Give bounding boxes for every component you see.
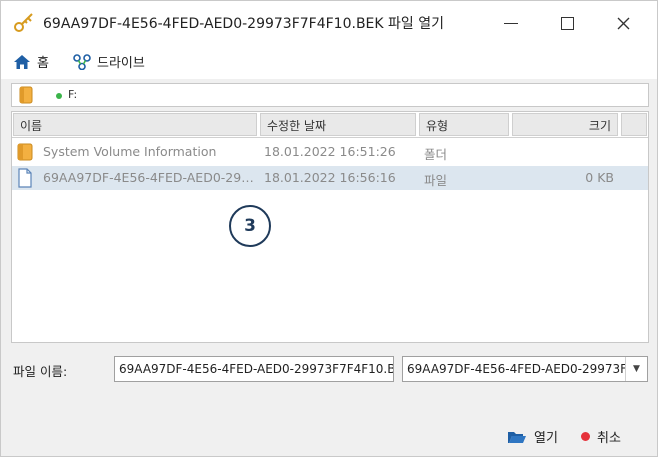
folder-icon (17, 143, 33, 161)
list-item-selected[interactable]: 69AA97DF-4E56-4FED-AED0-29973F7F4F10.BEK… (12, 166, 648, 190)
column-header-filler (621, 113, 647, 136)
minimize-icon (504, 22, 518, 24)
open-label: 열기 (534, 431, 558, 446)
close-icon (617, 17, 629, 29)
minimize-button[interactable] (489, 7, 533, 39)
drives-button[interactable]: 드라이브 (73, 52, 145, 71)
item-type: 폴더 (424, 147, 448, 162)
column-header-type[interactable]: 유형 (419, 113, 509, 136)
item-name: System Volume Information (43, 144, 217, 159)
item-name: 69AA97DF-4E56-4FED-AED0-29973F7F4F10.BEK (43, 170, 259, 185)
column-header-date[interactable]: 수정한 날짜 (260, 113, 416, 136)
home-icon (14, 54, 30, 69)
network-drives-icon (73, 53, 91, 70)
list-header: 이름 수정한 날짜 유형 크기 (12, 112, 648, 138)
filename-input[interactable]: 69AA97DF-4E56-4FED-AED0-29973F7F4F10.BEK (114, 356, 394, 382)
maximize-button[interactable] (545, 7, 589, 39)
path-bar[interactable]: F: (11, 83, 649, 107)
window-title: 69AA97DF-4E56-4FED-AED0-29973F7F4F10.BEK… (43, 16, 444, 32)
cancel-button[interactable]: 취소 (581, 427, 621, 446)
item-type: 파일 (424, 173, 448, 188)
maximize-icon (560, 16, 574, 30)
key-icon (13, 11, 35, 33)
title-bar: 69AA97DF-4E56-4FED-AED0-29973F7F4F10.BEK… (1, 1, 657, 45)
dialog-actions: 열기 취소 (1, 413, 657, 456)
list-item[interactable]: System Volume Information 18.01.2022 16:… (12, 140, 648, 164)
chevron-down-icon[interactable]: ▼ (625, 357, 647, 381)
cancel-label: 취소 (597, 431, 621, 446)
step-number-badge: 3 (229, 205, 271, 247)
drive-status-icon (56, 93, 62, 99)
open-button[interactable]: 열기 (507, 427, 558, 446)
close-button[interactable] (601, 7, 645, 39)
file-open-dialog: 69AA97DF-4E56-4FED-AED0-29973F7F4F10.BEK… (0, 0, 658, 457)
item-date: 18.01.2022 16:56:16 (264, 170, 396, 185)
column-header-name[interactable]: 이름 (13, 113, 257, 136)
file-list[interactable]: 이름 수정한 날짜 유형 크기 System Volume Informatio… (11, 111, 649, 343)
file-type-value: 69AA97DF-4E56-4FED-AED0-29973F7F4F10.BEK (407, 362, 625, 376)
open-folder-icon (508, 431, 526, 443)
cancel-icon (581, 432, 590, 441)
current-path: F: (68, 88, 78, 101)
column-header-size[interactable]: 크기 (512, 113, 618, 136)
file-icon (18, 168, 32, 188)
item-date: 18.01.2022 16:51:26 (264, 144, 396, 159)
folder-icon (19, 86, 33, 104)
drives-label: 드라이브 (97, 56, 145, 71)
item-size: 0 KB (585, 170, 614, 185)
file-type-select[interactable]: 69AA97DF-4E56-4FED-AED0-29973F7F4F10.BEK… (402, 356, 648, 382)
toolbar: 홈 드라이브 (1, 45, 657, 79)
home-button[interactable]: 홈 (13, 52, 49, 71)
filename-label: 파일 이름: (13, 364, 68, 379)
home-label: 홈 (37, 56, 49, 71)
